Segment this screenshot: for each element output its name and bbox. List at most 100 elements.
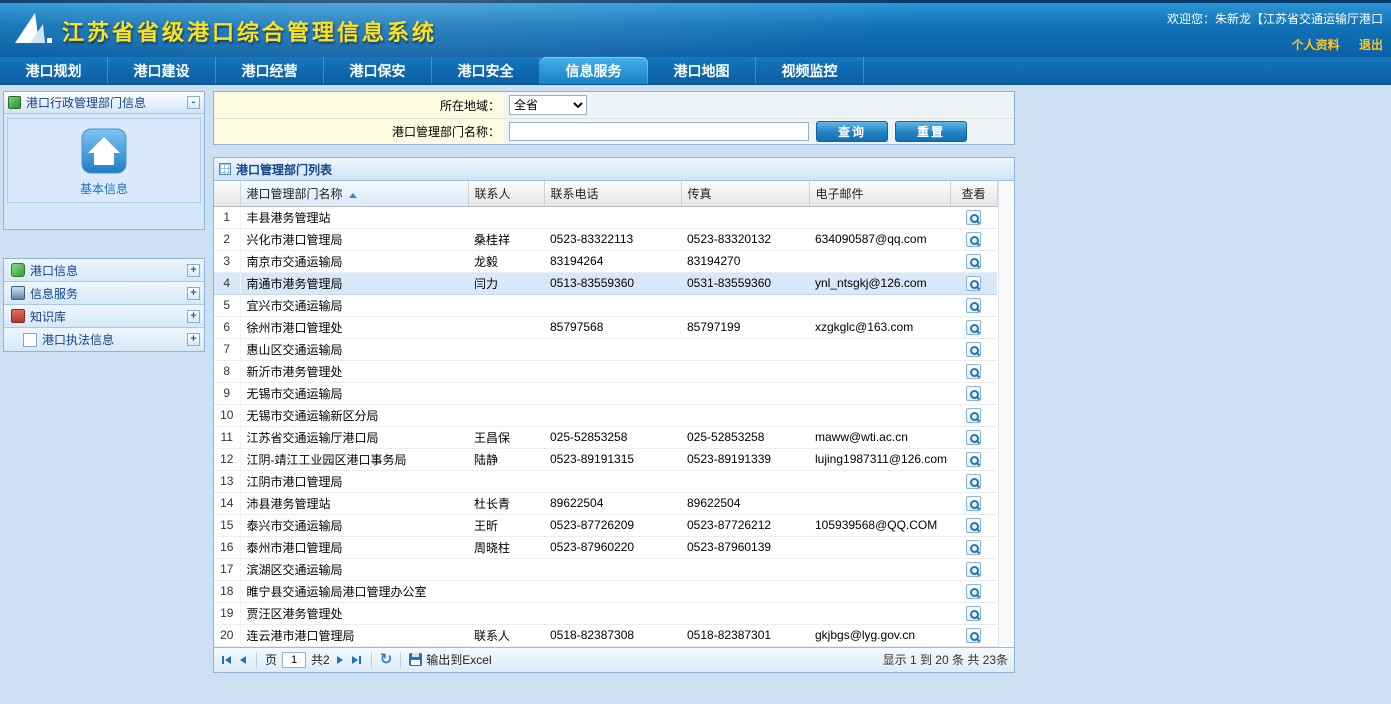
department-list-panel: 港口管理部门列表 港口管理部门名称 — [213, 157, 1015, 673]
department-name-input[interactable] — [509, 122, 809, 141]
table-row[interactable]: 6 徐州市港口管理处 85797568 85797199 xzgkglc@163… — [214, 316, 997, 338]
table-row[interactable]: 10 无锡市交通运输新区分局 — [214, 404, 997, 426]
nav-tab[interactable]: 港口规划 — [0, 57, 108, 84]
view-detail-icon[interactable] — [966, 540, 981, 555]
view-detail-icon[interactable] — [966, 342, 981, 357]
table-row[interactable]: 14 沛县港务管理站 杜长青 89622504 89622504 — [214, 492, 997, 514]
view-detail-icon[interactable] — [966, 430, 981, 445]
department-name-cell: 南通市港务管理局 — [240, 272, 468, 294]
query-button[interactable]: 查询 — [816, 121, 888, 142]
view-detail-icon[interactable] — [966, 210, 981, 225]
table-row[interactable]: 11 江苏省交通运输厅港口局 王昌保 025-52853258 025-5285… — [214, 426, 997, 448]
table-row[interactable]: 19 贾汪区港务管理处 — [214, 602, 997, 624]
row-number: 7 — [214, 338, 240, 360]
table-row[interactable]: 18 睢宁县交通运输局港口管理办公室 — [214, 580, 997, 602]
grid-scrollbar[interactable] — [998, 181, 1015, 647]
department-name-cell: 江阴市港口管理局 — [240, 470, 468, 492]
view-detail-icon[interactable] — [966, 628, 981, 643]
view-detail-icon[interactable] — [966, 606, 981, 621]
column-header-contact[interactable]: 联系人 — [468, 181, 544, 206]
column-header-phone[interactable]: 联系电话 — [544, 181, 681, 206]
table-row[interactable]: 17 滨湖区交通运输局 — [214, 558, 997, 580]
refresh-icon[interactable]: ↻ — [380, 652, 393, 668]
view-detail-icon[interactable] — [966, 320, 981, 335]
table-row[interactable]: 9 无锡市交通运输局 — [214, 382, 997, 404]
view-detail-icon[interactable] — [966, 496, 981, 511]
table-row[interactable]: 3 南京市交通运输局 龙毅 83194264 83194270 — [214, 250, 997, 272]
sidebar-item-port-info[interactable]: 港口信息 + — [4, 259, 204, 282]
expand-button[interactable]: + — [187, 287, 200, 300]
view-detail-icon[interactable] — [966, 386, 981, 401]
nav-tab[interactable]: 港口地图 — [648, 57, 756, 84]
nav-tab[interactable]: 港口保安 — [324, 57, 432, 84]
view-detail-icon[interactable] — [966, 232, 981, 247]
table-row[interactable]: 15 泰兴市交通运输局 王昕 0523-87726209 0523-877262… — [214, 514, 997, 536]
column-header-name[interactable]: 港口管理部门名称 — [240, 181, 468, 206]
table-row[interactable]: 4 南通市港务管理局 闫力 0513-83559360 0531-8355936… — [214, 272, 997, 294]
sidebar-item-info-service[interactable]: 信息服务 + — [4, 282, 204, 305]
grid-title-bar: 港口管理部门列表 — [214, 158, 1014, 181]
page-number-input[interactable] — [282, 652, 306, 668]
save-icon — [409, 653, 422, 666]
table-row[interactable]: 16 泰州市港口管理局 周晓柱 0523-87960220 0523-87960… — [214, 536, 997, 558]
email-cell — [809, 404, 950, 426]
table-row[interactable]: 12 江阴-靖江工业园区港口事务局 陆静 0523-89191315 0523-… — [214, 448, 997, 470]
table-row[interactable]: 13 江阴市港口管理局 — [214, 470, 997, 492]
export-excel-button[interactable]: 输出到Excel — [409, 651, 491, 668]
view-detail-icon[interactable] — [966, 452, 981, 467]
nav-tab[interactable]: 港口安全 — [432, 57, 540, 84]
last-page-button[interactable] — [350, 654, 363, 666]
view-detail-icon[interactable] — [966, 584, 981, 599]
table-row[interactable]: 7 惠山区交通运输局 — [214, 338, 997, 360]
view-detail-icon[interactable] — [966, 298, 981, 313]
contact-cell — [468, 294, 544, 316]
column-header-fax[interactable]: 传真 — [681, 181, 809, 206]
row-number: 10 — [214, 404, 240, 426]
expand-button[interactable]: + — [187, 333, 200, 346]
prev-page-button[interactable] — [238, 654, 248, 666]
nav-tab[interactable]: 港口经营 — [216, 57, 324, 84]
table-row[interactable]: 8 新沂市港务管理处 — [214, 360, 997, 382]
fax-cell: 85797199 — [681, 316, 809, 338]
nav-tab[interactable]: 港口建设 — [108, 57, 216, 84]
logout-link[interactable]: 退出 — [1359, 38, 1383, 52]
view-detail-icon[interactable] — [966, 518, 981, 533]
basic-info-shortcut[interactable]: 基本信息 — [7, 118, 201, 203]
fax-cell: 0523-83320132 — [681, 228, 809, 250]
profile-link[interactable]: 个人资料 — [1292, 38, 1340, 52]
phone-cell: 0523-83322113 — [544, 228, 681, 250]
table-row[interactable]: 1 丰县港务管理站 — [214, 206, 997, 228]
email-cell: xzgkglc@163.com — [809, 316, 950, 338]
nav-tab[interactable]: 视频监控 — [756, 57, 864, 84]
nav-tab[interactable]: 信息服务 — [540, 57, 648, 84]
reset-button[interactable]: 重置 — [895, 121, 967, 142]
sidebar-item-law-enforcement[interactable]: 港口执法信息 + — [4, 328, 204, 351]
phone-cell: 0523-89191315 — [544, 448, 681, 470]
fax-cell — [681, 558, 809, 580]
view-detail-icon[interactable] — [966, 562, 981, 577]
view-detail-icon[interactable] — [966, 276, 981, 291]
phone-cell — [544, 206, 681, 228]
table-row[interactable]: 5 宜兴市交通运输局 — [214, 294, 997, 316]
next-page-button[interactable] — [335, 654, 345, 666]
contact-cell — [468, 382, 544, 404]
region-select[interactable]: 全省 — [509, 95, 587, 115]
view-detail-icon[interactable] — [966, 364, 981, 379]
view-detail-icon[interactable] — [966, 254, 981, 269]
expand-button[interactable]: + — [187, 264, 200, 277]
expand-button[interactable]: + — [187, 310, 200, 323]
grid-rows: 1 丰县港务管理站 2 — [214, 206, 997, 646]
sidebar-panel-department-info: 港口行政管理部门信息 - — [3, 91, 205, 230]
collapse-button[interactable]: - — [187, 96, 200, 109]
view-detail-icon[interactable] — [966, 408, 981, 423]
fax-cell — [681, 470, 809, 492]
sidebar-item-knowledge-base[interactable]: 知识库 + — [4, 305, 204, 328]
sidebar-panel-header[interactable]: 港口行政管理部门信息 - — [4, 92, 204, 114]
table-row[interactable]: 2 兴化市港口管理局 桑桂祥 0523-83322113 0523-833201… — [214, 228, 997, 250]
column-header-email[interactable]: 电子邮件 — [809, 181, 950, 206]
view-detail-icon[interactable] — [966, 474, 981, 489]
first-page-button[interactable] — [220, 654, 233, 666]
column-header-view[interactable]: 查看 — [950, 181, 997, 206]
department-name-cell: 惠山区交通运输局 — [240, 338, 468, 360]
table-row[interactable]: 20 连云港市港口管理局 联系人 0518-82387308 0518-8238… — [214, 624, 997, 646]
